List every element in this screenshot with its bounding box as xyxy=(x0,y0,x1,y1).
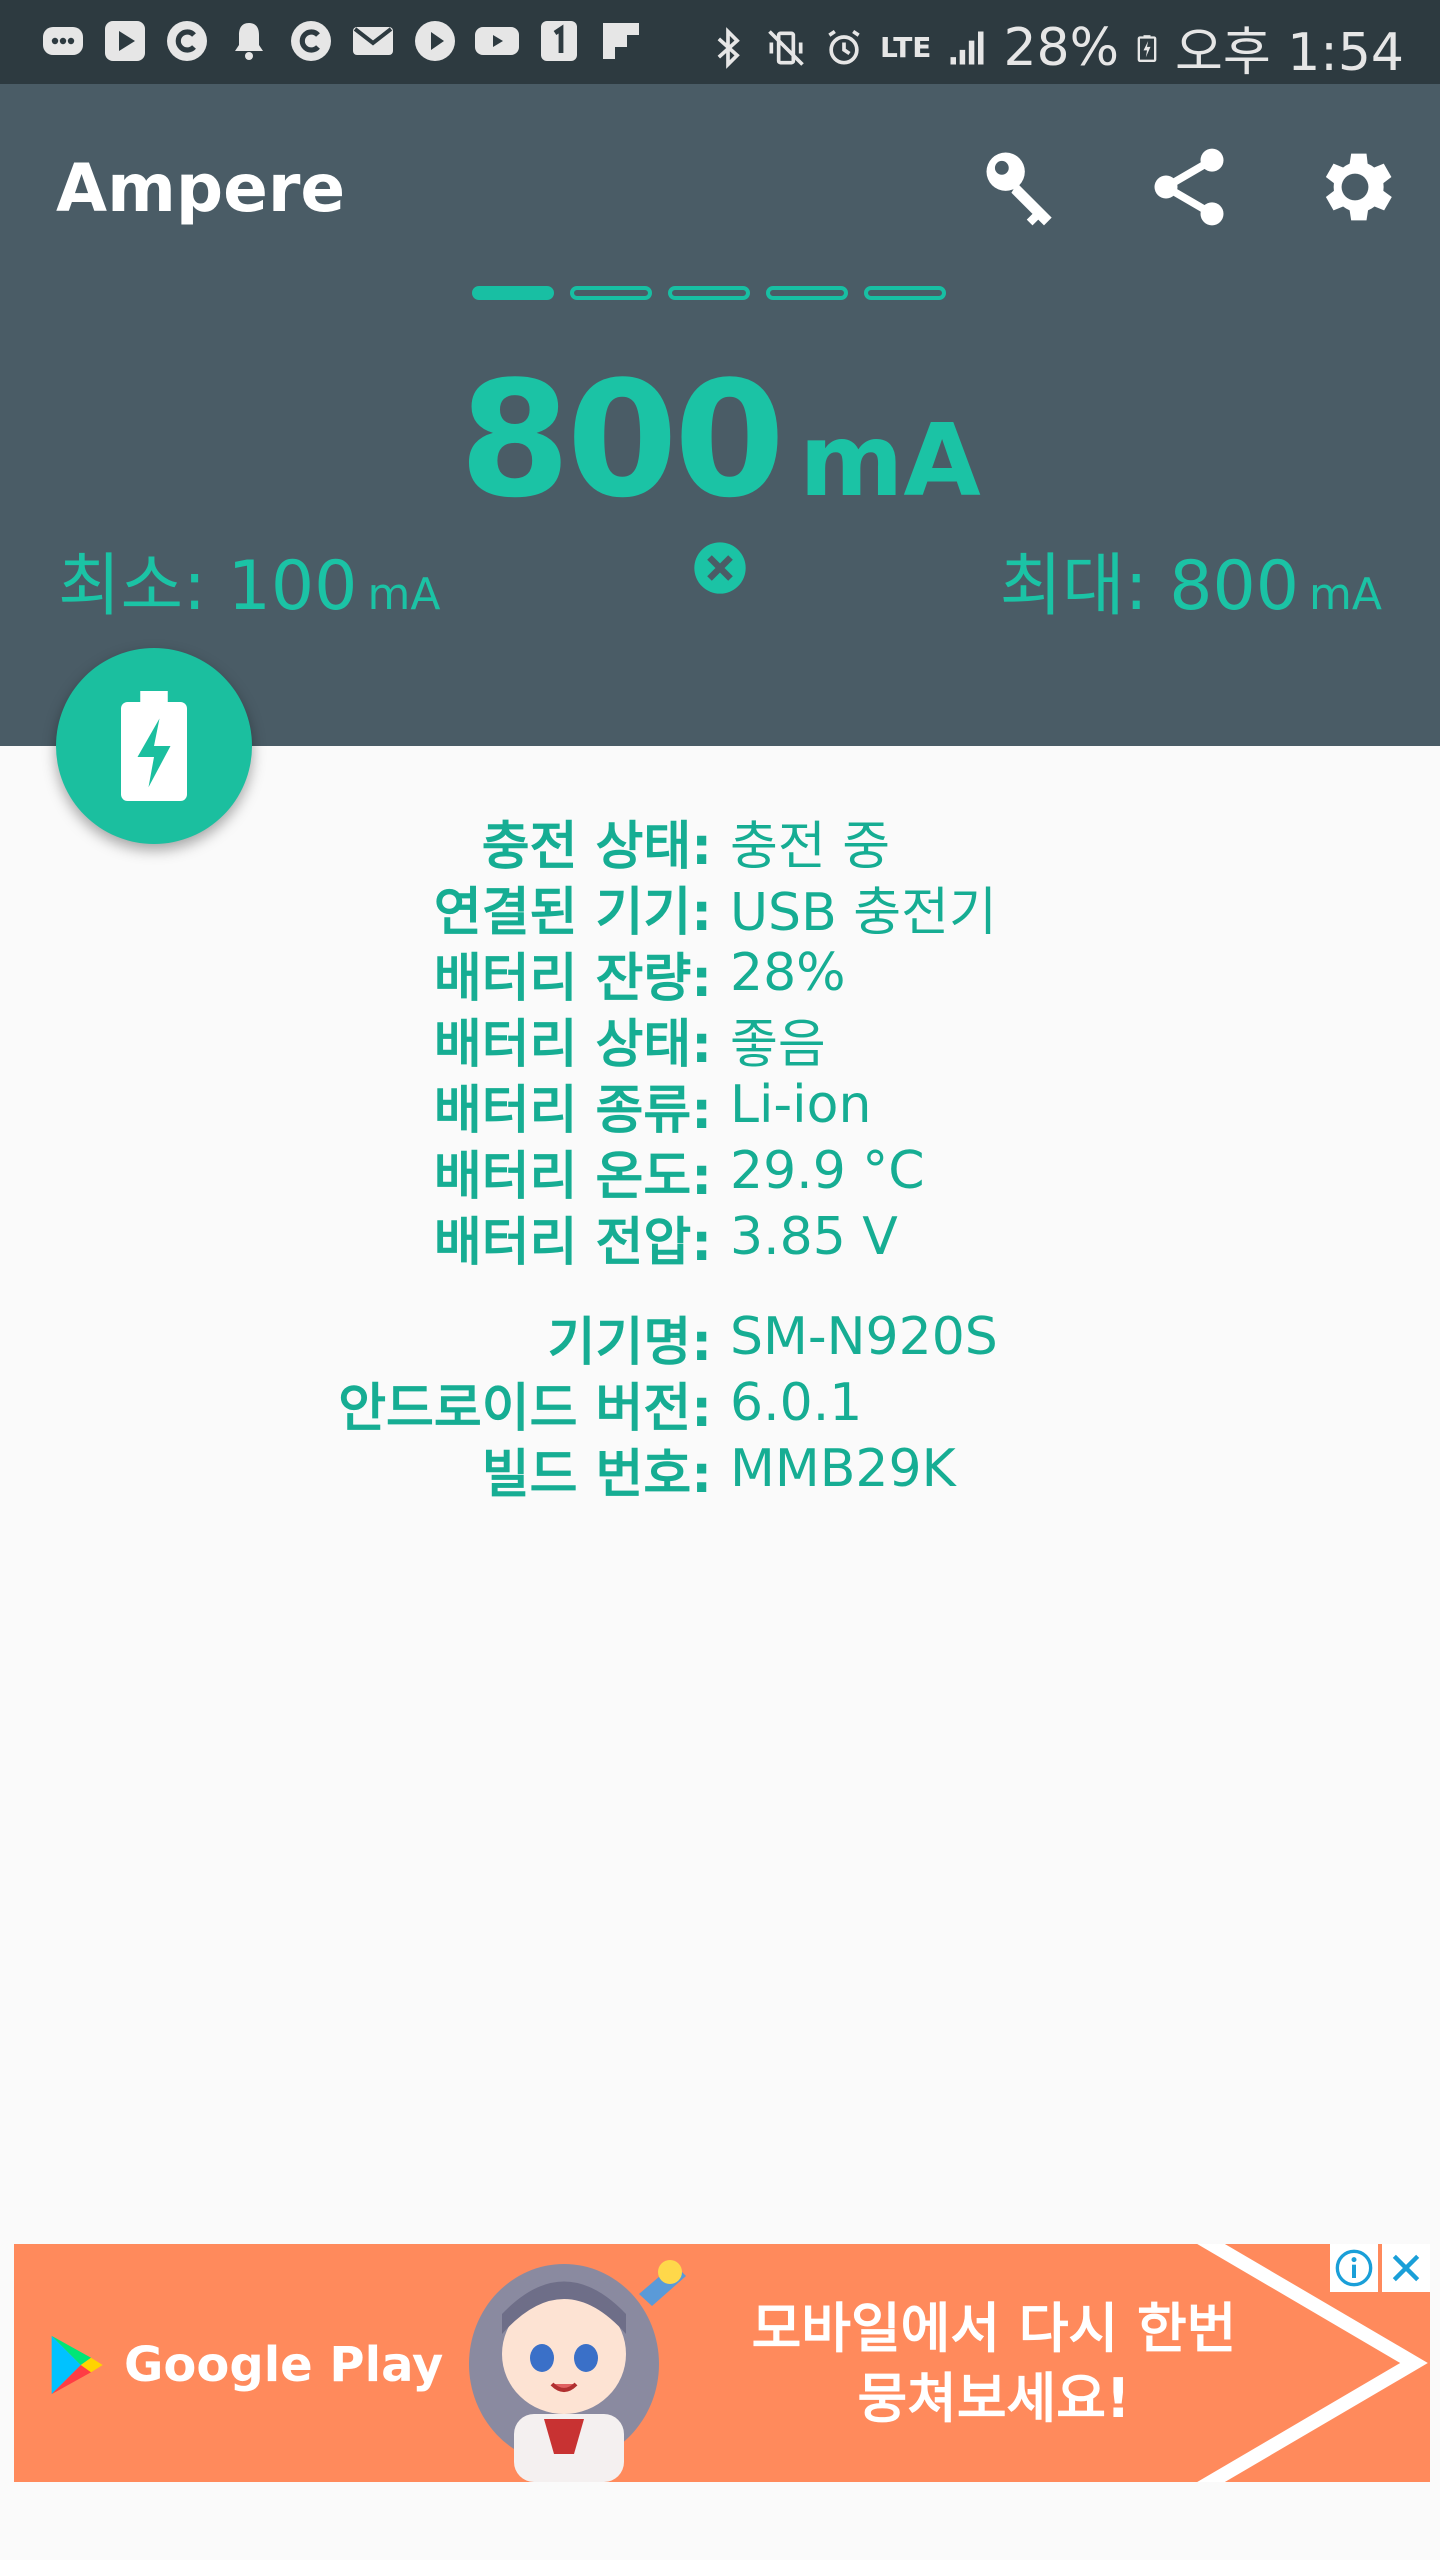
info-label: 배터리 상태: xyxy=(433,1014,712,1075)
page-dot-1[interactable] xyxy=(472,286,554,300)
info-label: 배터리 잔량: xyxy=(433,948,712,1009)
info-value: 충전 중 xyxy=(730,816,891,877)
info-row: 충전 상태: 충전 중 xyxy=(0,808,1440,877)
share-button[interactable] xyxy=(1134,132,1244,242)
mail-icon xyxy=(348,16,398,66)
info-label: 충전 상태: xyxy=(481,816,712,877)
battery-charging-icon xyxy=(1137,34,1157,62)
current-unit: mA xyxy=(799,402,981,519)
share-icon xyxy=(1154,148,1224,226)
info-label: 배터리 전압: xyxy=(433,1212,712,1273)
vibrate-mute-icon xyxy=(768,29,804,66)
app-title: Ampere xyxy=(56,150,346,227)
google-play-icon xyxy=(51,2335,103,2395)
battery-info-list: 충전 상태: 충전 중 연결된 기기: USB 충전기 배터리 잔량: 28% 배터리… xyxy=(0,808,1440,1505)
info-label: 빌드 번호: xyxy=(481,1444,712,1505)
ad-banner[interactable]: Google Play 모바일에서 다시 한번 뭉쳐보세요! xyxy=(14,2244,1430,2482)
page-dot-2[interactable] xyxy=(570,286,652,300)
play-store-icon xyxy=(100,16,150,66)
battery-percent: 28% xyxy=(1003,17,1120,78)
system-status: LTE 28% 오후 1:54 xyxy=(706,10,1404,85)
signal-icon xyxy=(950,31,984,64)
info-row: 기기명: SM-N920S xyxy=(0,1304,1440,1373)
key-icon xyxy=(986,152,1052,226)
bluetooth-icon xyxy=(717,26,740,69)
info-value: 29.9 °C xyxy=(730,1141,925,1201)
c-app-icon xyxy=(162,16,212,66)
status-bar: LTE 28% 오후 1:54 xyxy=(0,0,1440,84)
c-app-icon-2 xyxy=(286,16,336,66)
page-dot-5[interactable] xyxy=(864,286,946,300)
page-dot-4[interactable] xyxy=(766,286,848,300)
alarm-icon xyxy=(828,29,860,64)
info-row: 안드로이드 버전: 6.0.1 xyxy=(0,1370,1440,1439)
info-row: 배터리 종류: Li-ion xyxy=(0,1072,1440,1141)
info-value: 3.85 V xyxy=(730,1207,898,1267)
max-value: 800 xyxy=(1169,547,1300,626)
flipboard-icon xyxy=(596,16,646,66)
bell-icon xyxy=(224,16,274,66)
max-reading: 최대: 800 mA xyxy=(1000,530,1382,629)
settings-button[interactable] xyxy=(1300,132,1410,242)
google-play-label: Google Play xyxy=(124,2337,444,2393)
settings-icon xyxy=(1325,153,1392,221)
notification-icons xyxy=(38,16,646,66)
info-value: 6.0.1 xyxy=(730,1373,863,1433)
info-label: 배터리 종류: xyxy=(433,1080,712,1141)
max-label: 최대: xyxy=(999,547,1148,626)
info-icon xyxy=(1335,2249,1373,2287)
min-label: 최소: xyxy=(58,547,207,626)
network-type: LTE xyxy=(880,31,932,64)
ad-character-image xyxy=(469,2260,686,2482)
ad-close-button[interactable] xyxy=(1382,2244,1430,2292)
play-circle-icon xyxy=(410,16,460,66)
clock: 오후 1:54 xyxy=(1175,23,1404,83)
battery-charging-icon xyxy=(121,691,187,801)
min-reading: 최소: 100 mA xyxy=(58,530,440,629)
page-dot-3[interactable] xyxy=(668,286,750,300)
current-value: 800 xyxy=(459,346,785,533)
info-label: 배터리 온도: xyxy=(433,1146,712,1207)
max-unit: mA xyxy=(1309,569,1382,620)
info-value: SM-N920S xyxy=(730,1307,998,1367)
key-button[interactable] xyxy=(966,132,1076,242)
one-app-icon xyxy=(534,16,584,66)
message-icon xyxy=(38,16,88,66)
current-reading: 800 mA xyxy=(0,346,1440,533)
info-value: USB 충전기 xyxy=(730,882,997,943)
min-unit: mA xyxy=(367,569,441,620)
youtube-icon xyxy=(472,16,522,66)
reset-minmax-button[interactable] xyxy=(692,540,748,596)
ad-info-button[interactable] xyxy=(1330,2244,1378,2292)
info-row: 빌드 번호: MMB29K xyxy=(0,1436,1440,1505)
info-value: MMB29K xyxy=(730,1439,956,1499)
info-value: 28% xyxy=(730,943,846,1003)
info-row: 배터리 온도: 29.9 °C xyxy=(0,1138,1440,1207)
info-label: 연결된 기기: xyxy=(433,882,712,943)
info-value: Li-ion xyxy=(730,1075,872,1135)
info-row: 연결된 기기: USB 충전기 xyxy=(0,874,1440,943)
ad-controls xyxy=(1330,2244,1430,2292)
info-value: 좋음 xyxy=(730,1014,826,1075)
info-row: 배터리 잔량: 28% xyxy=(0,940,1440,1009)
info-row: 배터리 전압: 3.85 V xyxy=(0,1204,1440,1273)
app-header: Ampere 800 mA 최소: 100 mA 최대: 800 mA xyxy=(0,84,1440,746)
page-indicator xyxy=(472,286,946,300)
min-value: 100 xyxy=(227,547,358,626)
info-label: 기기명: xyxy=(547,1312,712,1373)
google-play-badge: Google Play xyxy=(40,2330,443,2400)
close-icon xyxy=(1392,2254,1420,2282)
info-row: 배터리 상태: 좋음 xyxy=(0,1006,1440,1075)
info-label: 안드로이드 버전: xyxy=(338,1378,712,1439)
